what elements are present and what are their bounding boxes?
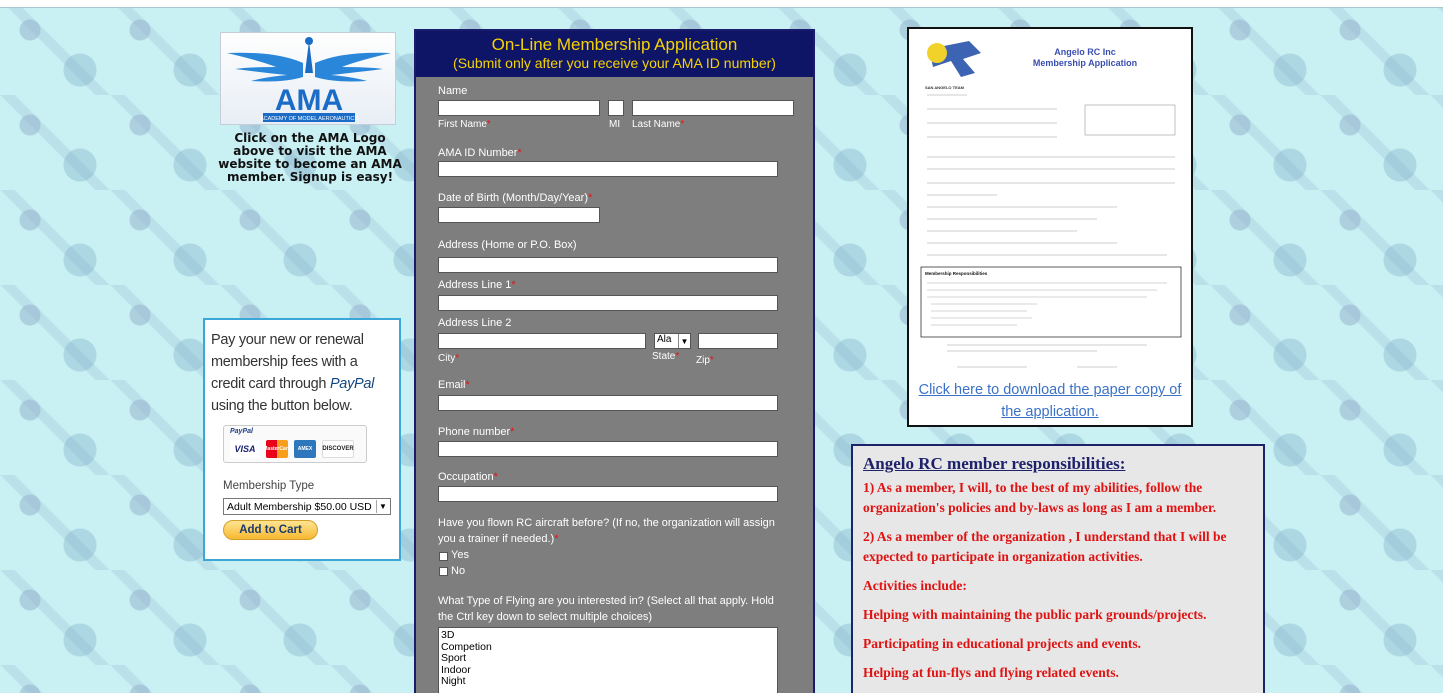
svg-text:Membership Responsibilities: Membership Responsibilities	[925, 271, 988, 276]
flown-question-cont: you a trainer if needed.)*	[438, 533, 559, 545]
form-subtitle: (Submit only after you receive your AMA …	[453, 55, 776, 71]
form-header: On-Line Membership Application (Submit o…	[416, 31, 813, 77]
paper-application-thumbnail: SAN ANGELO TEAM Angelo RC Inc Membership…	[917, 33, 1185, 375]
member-responsibilities: Angelo RC member responsibilities: 1) As…	[851, 444, 1265, 693]
activity-item: Helping at fun-flys and flying related e…	[863, 665, 1119, 680]
dob-input[interactable]	[438, 207, 600, 223]
zip-label: Zip*	[696, 355, 714, 366]
ama-id-input[interactable]	[438, 161, 778, 177]
address-input[interactable]	[438, 257, 778, 273]
mi-input[interactable]	[608, 100, 624, 116]
activity-item: Participating in educational projects an…	[863, 636, 1141, 651]
download-paper-link[interactable]: Click here to download the paper copy of…	[909, 379, 1191, 423]
membership-type-label: Membership Type	[223, 480, 315, 492]
discover-card-icon: DISCOVER	[322, 440, 354, 458]
ama-id-label: AMA ID Number*	[438, 147, 522, 159]
flying-type-question: What Type of Flying are you interested i…	[438, 595, 774, 607]
address-line1-input[interactable]	[438, 295, 778, 311]
activity-item: Helping with maintaining the public park…	[863, 607, 1207, 622]
phone-input[interactable]	[438, 441, 778, 457]
ama-logo-link[interactable]: AMA ACADEMY OF MODEL AERONAUTICS	[220, 32, 396, 125]
flown-no-label: No	[451, 565, 466, 577]
flown-no-checkbox[interactable]	[439, 567, 448, 576]
chevron-down-icon: ▼	[376, 500, 389, 513]
last-name-label: Last Name*	[632, 119, 685, 130]
flying-type-question-cont: the Ctrl key down to select multiple cho…	[438, 611, 652, 623]
flying-type-listbox[interactable]: 3D Competion Sport Indoor Night	[438, 627, 778, 693]
flown-yes-checkbox[interactable]	[439, 552, 448, 561]
last-name-input[interactable]	[632, 100, 794, 116]
add-to-cart-button[interactable]: Add to Cart	[223, 520, 318, 540]
city-label: City*	[438, 353, 460, 364]
paypal-instructions: Pay your new or renewal membership fees …	[211, 332, 375, 414]
flown-question: Have you flown RC aircraft before? (If n…	[438, 517, 775, 529]
dob-label: Date of Birth (Month/Day/Year)*	[438, 192, 593, 204]
email-label: Email*	[438, 379, 470, 391]
membership-type-select[interactable]: Adult Membership $50.00 USD ▼	[223, 498, 391, 515]
list-item[interactable]: Sport	[441, 652, 775, 665]
svg-text:Membership Application: Membership Application	[1033, 58, 1137, 68]
form-title: On-Line Membership Application	[491, 35, 738, 54]
amex-card-icon: AMEX	[294, 440, 316, 458]
top-divider	[0, 0, 1443, 8]
responsibility-item: 2) As a member of the organization , I u…	[863, 529, 1227, 564]
visa-card-icon: VISA	[230, 440, 260, 458]
address-line2-label: Address Line 2	[438, 317, 512, 329]
paper-application: SAN ANGELO TEAM Angelo RC Inc Membership…	[907, 27, 1193, 427]
responsibility-item: 1) As a member, I will, to the best of m…	[863, 480, 1217, 515]
city-input[interactable]	[438, 333, 646, 349]
first-name-input[interactable]	[438, 100, 600, 116]
phone-label: Phone number*	[438, 426, 515, 438]
mastercard-icon: MasterCard	[263, 440, 291, 458]
state-label: State*	[652, 351, 680, 362]
zip-input[interactable]	[698, 333, 778, 349]
svg-text:SAN ANGELO TEAM: SAN ANGELO TEAM	[925, 85, 965, 90]
email-input[interactable]	[438, 395, 778, 411]
membership-form: On-Line Membership Application (Submit o…	[414, 29, 815, 693]
chevron-down-icon: ▼	[678, 334, 690, 348]
ama-caption: Click on the AMA Logo above to visit the…	[218, 131, 402, 184]
activities-label: Activities include:	[863, 578, 967, 593]
list-item[interactable]: Competion	[441, 641, 775, 654]
address-label: Address (Home or P.O. Box)	[438, 239, 577, 251]
flown-yes-label: Yes	[451, 549, 469, 561]
list-item[interactable]: 3D	[441, 629, 775, 642]
name-label: Name	[438, 85, 468, 97]
paypal-logo: PayPal	[230, 428, 253, 435]
occupation-input[interactable]	[438, 486, 778, 502]
address-line1-label: Address Line 1*	[438, 279, 516, 291]
responsibilities-heading: Angelo RC member responsibilities:	[863, 454, 1126, 473]
svg-text:ACADEMY OF MODEL AERONAUTICS: ACADEMY OF MODEL AERONAUTICS	[260, 116, 358, 122]
svg-text:Angelo RC Inc: Angelo RC Inc	[1054, 47, 1116, 57]
mi-label: MI	[609, 119, 621, 130]
svg-text:AMA: AMA	[275, 84, 343, 117]
accepted-cards: PayPal VISA MasterCard AMEX DISCOVER	[223, 425, 367, 463]
first-name-label: First Name*	[438, 119, 491, 130]
list-item[interactable]: Indoor	[441, 664, 775, 677]
paypal-box: Pay your new or renewal membership fees …	[203, 318, 401, 561]
list-item[interactable]: Night	[441, 675, 775, 688]
state-select[interactable]: Ala ▼	[654, 333, 691, 349]
occupation-label: Occupation*	[438, 471, 498, 483]
ama-logo-icon: AMA ACADEMY OF MODEL AERONAUTICS	[227, 37, 391, 122]
